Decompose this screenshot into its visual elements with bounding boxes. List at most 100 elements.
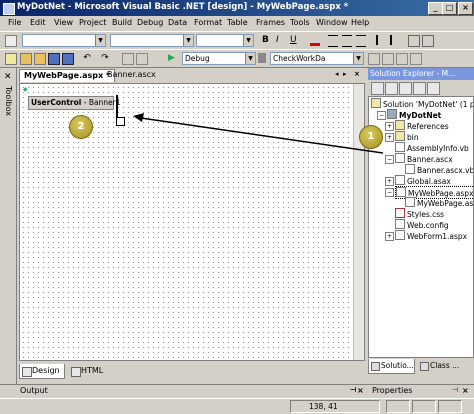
tab-html[interactable]: HTML <box>69 364 107 378</box>
minimize-button[interactable]: _ <box>428 2 443 15</box>
menu-debug[interactable]: Debug <box>137 18 163 27</box>
indent-icon[interactable] <box>422 35 434 47</box>
font-combo[interactable]: ▼ <box>110 34 194 47</box>
undo-icon[interactable]: ↶ <box>82 53 92 63</box>
add-item-icon[interactable] <box>20 53 32 65</box>
save-icon[interactable] <box>48 53 60 65</box>
open-icon[interactable] <box>34 53 46 65</box>
bulleted-list-icon[interactable] <box>390 35 402 45</box>
find-icon[interactable] <box>258 53 266 63</box>
class-view-icon[interactable] <box>410 53 422 65</box>
close-button[interactable]: × <box>458 2 473 15</box>
tab-scroll-left-icon[interactable]: ◂ <box>335 70 339 78</box>
tree-node-banner[interactable]: Banner.ascx <box>395 153 453 164</box>
tab-design[interactable]: Design <box>19 364 65 379</box>
align-right-icon[interactable] <box>356 35 366 47</box>
output-panel-title[interactable]: Output <box>20 386 48 395</box>
new-project-icon[interactable] <box>5 53 17 65</box>
expand-icon[interactable]: + <box>385 133 394 142</box>
menu-data[interactable]: Data <box>168 18 187 27</box>
vb-file-icon <box>395 142 405 152</box>
collapse-icon[interactable]: − <box>377 111 386 120</box>
tree-node-label: MyWebPage.aspx <box>417 199 474 208</box>
expand-icon[interactable]: + <box>385 122 394 131</box>
tree-node-solution[interactable]: Solution 'MyDotNet' (1 pro <box>371 98 473 109</box>
html-view-icon <box>71 367 81 377</box>
save-all-icon[interactable] <box>62 53 74 65</box>
se-properties-icon[interactable] <box>427 82 440 95</box>
menu-format[interactable]: Format <box>194 18 222 27</box>
tab-solution-explorer[interactable]: Solutio... <box>368 359 415 374</box>
menu-window[interactable]: Window <box>316 18 348 27</box>
underline-icon[interactable]: U <box>290 35 300 45</box>
bold-icon[interactable]: B <box>262 35 272 45</box>
find-combo[interactable]: CheckWorkDa ▼ <box>270 52 364 65</box>
tree-node-project[interactable]: MyDotNet <box>387 109 441 120</box>
outdent-icon[interactable] <box>408 35 420 47</box>
menu-file[interactable]: File <box>8 18 21 27</box>
expand-icon[interactable]: + <box>385 177 394 186</box>
tree-node-webform1[interactable]: WebForm1.aspx <box>395 230 467 241</box>
show-all-files-icon[interactable] <box>413 82 426 95</box>
menu-project[interactable]: Project <box>79 18 106 27</box>
redo-icon[interactable]: ↷ <box>100 53 110 63</box>
start-icon[interactable]: ▶ <box>168 53 178 63</box>
align-center-icon[interactable] <box>342 35 352 47</box>
collapse-icon[interactable]: − <box>385 188 394 197</box>
user-control-banner1[interactable]: UserControl - Banner1 <box>28 96 121 110</box>
resize-handle[interactable] <box>116 117 125 126</box>
tab-banner[interactable]: Banner.ascx <box>103 69 160 81</box>
tree-node-bin[interactable]: bin <box>395 131 419 142</box>
maximize-button[interactable]: □ <box>442 2 457 15</box>
toolbox-strip[interactable]: ✕ Toolbox <box>0 68 17 384</box>
output-close-icon[interactable]: × <box>357 386 364 395</box>
menu-view[interactable]: View <box>54 18 73 27</box>
menu-help[interactable]: Help <box>351 18 369 27</box>
align-left-icon[interactable] <box>328 35 338 47</box>
tree-node-references[interactable]: References <box>395 120 449 131</box>
menu-tools[interactable]: Tools <box>290 18 310 27</box>
properties-close-icon[interactable]: × <box>462 386 469 395</box>
output-pin-icon[interactable]: ⊣ <box>350 386 356 394</box>
solution-config-combo[interactable]: Debug ▼ <box>182 52 256 65</box>
tree-node-mywebpage-vb[interactable]: MyWebPage.aspx <box>405 197 474 208</box>
refresh-icon[interactable] <box>399 82 412 95</box>
vs-window: MyDotNet - Microsoft Visual Basic .NET [… <box>0 0 474 413</box>
toolbox-icon[interactable] <box>396 53 408 65</box>
numbered-list-icon[interactable] <box>376 35 388 45</box>
tab-scroll-right-icon[interactable]: ▸ <box>343 70 347 78</box>
navigate-forward-icon[interactable] <box>136 53 148 65</box>
tree-node-assemblyinfo[interactable]: AssemblyInfo.vb <box>395 142 469 153</box>
properties-pin-icon[interactable]: ⊣ <box>452 386 458 394</box>
menu-table[interactable]: Table <box>227 18 248 27</box>
font-color-icon[interactable] <box>310 43 320 46</box>
tree-node-banner-vb[interactable]: Banner.ascx.vb <box>405 164 473 175</box>
close-document-icon[interactable]: × <box>354 70 360 78</box>
expand-icon[interactable]: + <box>385 232 394 241</box>
vb-file-icon <box>405 197 415 207</box>
style-icon[interactable] <box>5 35 17 47</box>
design-view-icon <box>22 367 32 377</box>
vertical-scrollbar[interactable] <box>353 84 364 360</box>
docked-panels-bar: Output ⊣ × Properties ⊣ × <box>0 384 474 399</box>
tree-node-label: Web.config <box>407 221 449 230</box>
tab-mywebpage[interactable]: MyWebPage.aspx * <box>19 69 116 82</box>
tree-node-styles[interactable]: Styles.css <box>395 208 444 219</box>
menu-build[interactable]: Build <box>112 18 132 27</box>
solution-explorer-icon[interactable] <box>368 53 380 65</box>
tree-node-webconfig[interactable]: Web.config <box>395 219 449 230</box>
view-code-icon[interactable] <box>371 82 384 95</box>
tab-class-view[interactable]: Class ... <box>418 359 459 373</box>
menu-frames[interactable]: Frames <box>256 18 285 27</box>
style-combo[interactable]: ▼ <box>22 34 106 47</box>
navigate-back-icon[interactable] <box>122 53 134 65</box>
menu-edit[interactable]: Edit <box>30 18 46 27</box>
view-designer-icon[interactable] <box>385 82 398 95</box>
title-bar: MyDotNet - Microsoft Visual Basic .NET [… <box>0 0 474 16</box>
italic-icon[interactable]: I <box>276 35 286 45</box>
tree-node-global[interactable]: Global.asax <box>395 175 451 186</box>
size-combo[interactable]: ▼ <box>196 34 254 47</box>
collapse-icon[interactable]: − <box>385 155 394 164</box>
properties-panel-title[interactable]: Properties <box>372 386 412 395</box>
properties-icon[interactable] <box>382 53 394 65</box>
